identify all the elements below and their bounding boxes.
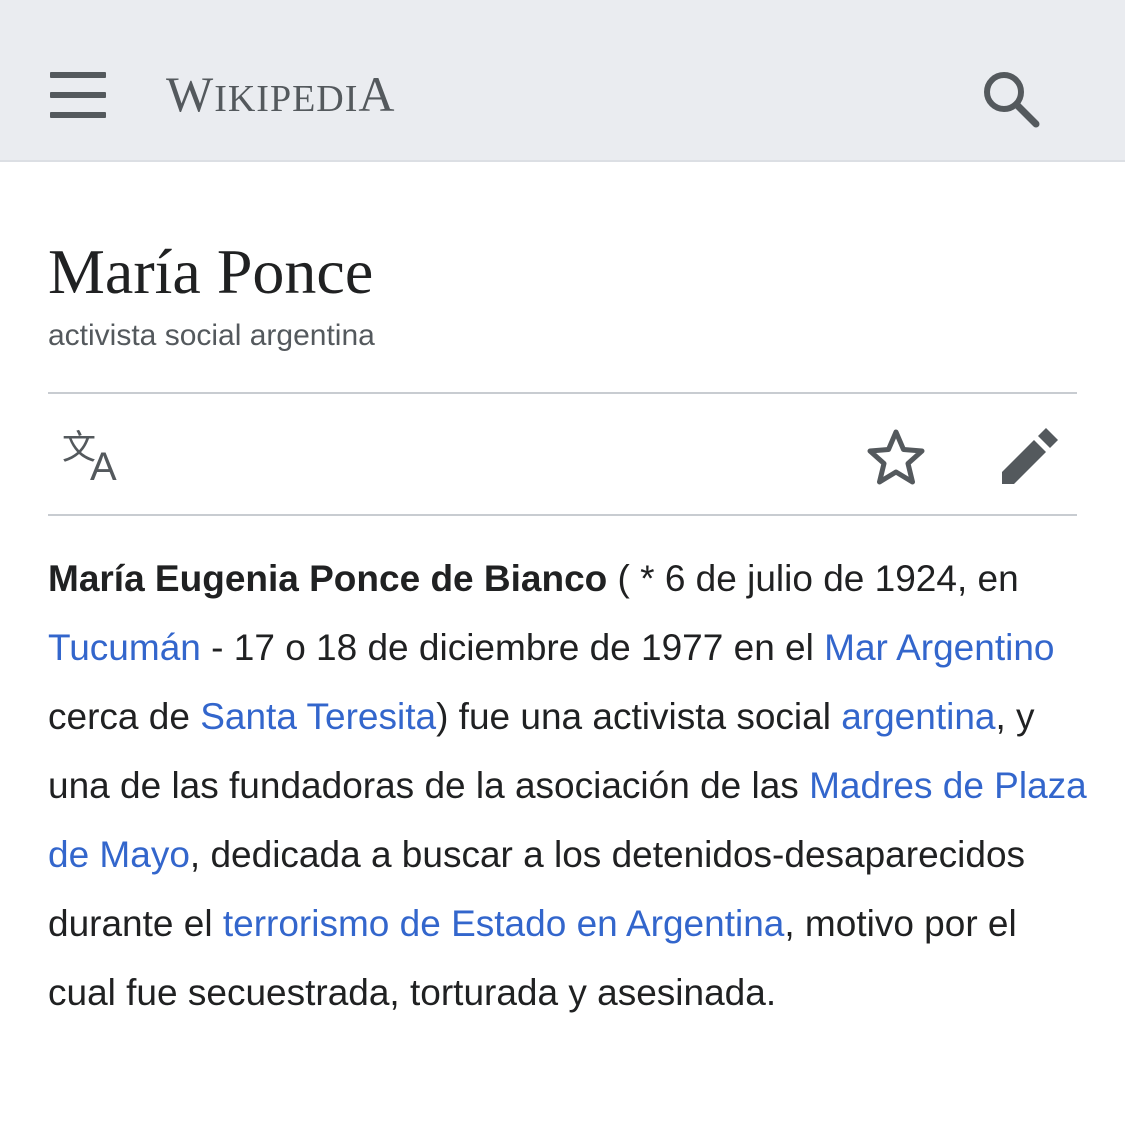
article-lead-paragraph: María Eugenia Ponce de Bianco ( * 6 de j… (48, 544, 1088, 1027)
pencil-icon[interactable] (996, 424, 1062, 490)
link-mar-argentino[interactable]: Mar Argentino (824, 627, 1054, 668)
wordmark-letter-w: W (166, 66, 215, 122)
page-title: María Ponce (48, 236, 374, 307)
wordmark-letter-a: A (358, 66, 396, 122)
text-segment: - 17 o 18 de diciembre de 1977 en el (200, 627, 825, 668)
text-segment: ( * 6 de julio de 1924, en (607, 558, 1019, 599)
text-segment: cerca de (48, 696, 201, 737)
link-argentina[interactable]: argentina (841, 696, 995, 737)
page-subtitle: activista social argentina (48, 319, 375, 352)
translate-glyph-a: A (90, 445, 117, 489)
translate-icon[interactable]: 文 A (62, 428, 130, 489)
hamburger-menu-icon[interactable] (50, 72, 106, 118)
article-subject-bold: María Eugenia Ponce de Bianco (48, 558, 608, 599)
text-segment: ) fue una activista social (436, 696, 842, 737)
link-tucuman[interactable]: Tucumán (48, 627, 201, 668)
wordmark-letters-ikipedi: IKIPEDI (214, 78, 359, 120)
link-terrorismo-de-estado[interactable]: terrorismo de Estado en Argentina (223, 903, 785, 944)
search-icon[interactable] (978, 66, 1042, 130)
page-actions-top-divider (48, 392, 1077, 394)
wikipedia-wordmark[interactable]: WIKIPEDIA (166, 64, 396, 124)
top-header-bar: WIKIPEDIA (0, 0, 1125, 162)
star-icon[interactable] (864, 426, 928, 490)
page-actions-bottom-divider (48, 514, 1077, 516)
link-santa-teresita[interactable]: Santa Teresita (200, 696, 436, 737)
